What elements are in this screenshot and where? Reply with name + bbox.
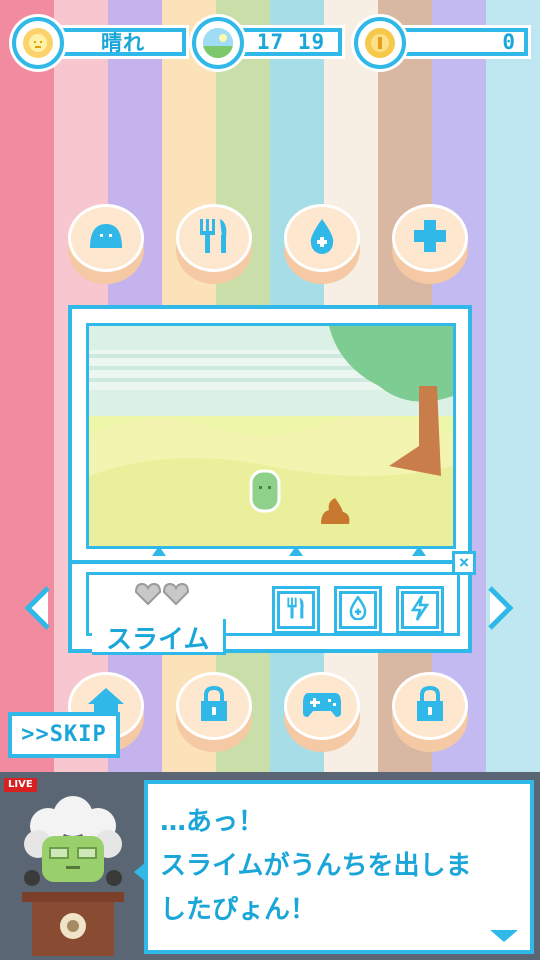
locked-button[interactable] <box>392 672 468 752</box>
time-status: 17 19 <box>192 17 342 69</box>
pointer-arrow <box>152 546 166 556</box>
fork-knife-icon <box>285 596 307 624</box>
feed-button[interactable] <box>176 204 252 284</box>
water-stat[interactable] <box>334 586 382 634</box>
water-drop-icon <box>307 217 337 259</box>
fork-knife-icon <box>196 217 232 259</box>
pointer-arrow <box>289 546 303 556</box>
pet-view-panel <box>68 305 472 567</box>
heal-button[interactable] <box>392 204 468 284</box>
slime-button[interactable] <box>68 204 144 284</box>
lightning-icon <box>410 595 430 625</box>
continue-arrow-icon <box>490 930 518 942</box>
background-stripe <box>486 0 540 780</box>
pet-scene[interactable] <box>86 323 456 549</box>
dialog-text: …あっ！ スライムがうんちを出しま したぴょん！ <box>160 807 472 925</box>
weather-status: 晴れ <box>12 17 186 69</box>
previous-pet-button[interactable] <box>24 585 52 631</box>
live-badge: LIVE <box>4 778 37 792</box>
hearts <box>134 582 190 610</box>
host-avatar <box>8 796 138 956</box>
slime-icon <box>86 220 126 256</box>
skip-button[interactable]: >>SKIP <box>8 712 120 758</box>
sun-face-icon <box>12 17 64 69</box>
background-stripe <box>0 0 54 780</box>
food-stat[interactable] <box>272 586 320 634</box>
pet-info-panel: スライム <box>68 560 472 655</box>
lock-icon <box>198 685 230 727</box>
energy-stat[interactable] <box>396 586 444 634</box>
landscape-icon <box>192 17 244 69</box>
coin-icon <box>354 17 406 69</box>
plus-icon <box>412 218 448 258</box>
game-button[interactable] <box>284 672 360 752</box>
pointer-arrow <box>412 546 426 556</box>
dialog-box[interactable]: …あっ！ スライムがうんちを出しま したぴょん！ <box>134 780 534 954</box>
water-drop-icon <box>348 595 368 624</box>
locked-button[interactable] <box>176 672 252 752</box>
water-button[interactable] <box>284 204 360 284</box>
coin-status: 0 <box>354 17 528 69</box>
lock-icon <box>414 685 446 727</box>
close-info-button[interactable]: × <box>452 551 476 575</box>
next-pet-button[interactable] <box>486 585 514 631</box>
gamepad-icon <box>301 689 343 723</box>
pet-name: スライム <box>92 619 227 655</box>
